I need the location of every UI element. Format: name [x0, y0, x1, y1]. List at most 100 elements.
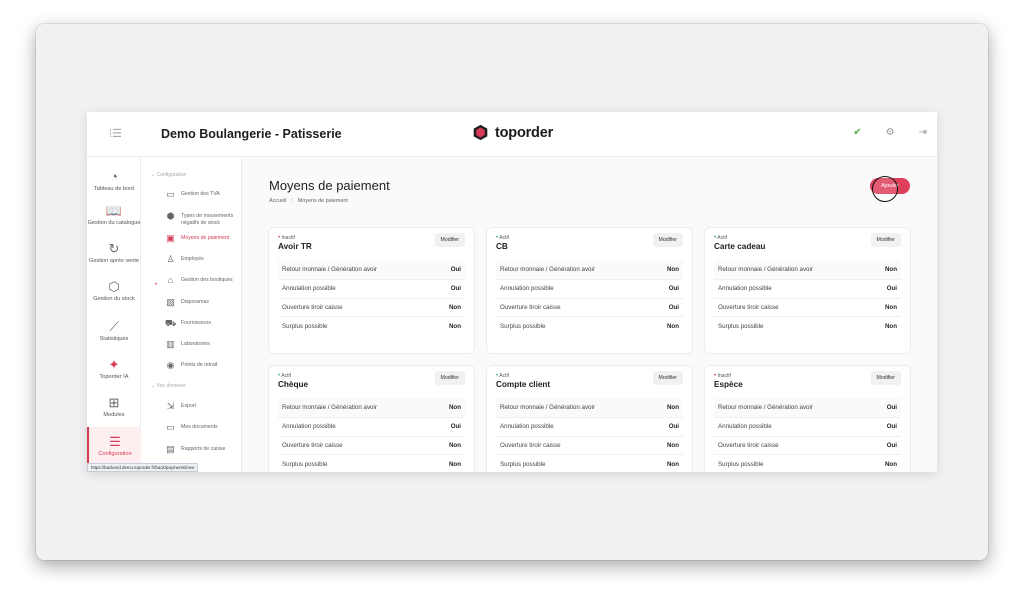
mouse-cursor-highlight [872, 176, 898, 202]
row-value: Non [884, 460, 897, 468]
top-bar: ⁞☰ Demo Boulangerie - Patisserie toporde… [87, 112, 937, 157]
subnav-item-label: Export [181, 403, 196, 409]
sidebar-item-label: Gestion après vente [88, 258, 140, 264]
page-title: Moyens de paiement [269, 178, 390, 193]
subnav-item-pickup-points[interactable]: ◉ Points de retrait [165, 360, 239, 371]
subnav-item-suppliers[interactable]: ⛟ Fournisseurs [165, 318, 239, 329]
sidebar-item-statistics[interactable]: ⟋ Statistiques [87, 319, 141, 343]
row-value: Oui [886, 403, 897, 411]
row-label: Annulation possible [718, 423, 772, 431]
row-value: Non [884, 303, 897, 311]
subnav-item-label: Moyens de paiement [181, 235, 230, 241]
tva-icon: ▭ [166, 189, 175, 199]
sidebar-item-configuration[interactable]: ☰ Configuration [87, 427, 141, 464]
breadcrumb-separator: | [291, 198, 293, 204]
row-drawer-open: Ouverture tiroir caisse Non [278, 435, 465, 455]
subnav-item-employees[interactable]: ♙ Employés [165, 254, 239, 265]
sidebar-item-label: Gestion du stock [93, 296, 135, 302]
modify-button[interactable]: Modifier [652, 233, 683, 247]
section-data-label: ⌄ Vos données [151, 383, 186, 389]
subnav-item-label: Employés [181, 256, 204, 262]
row-label: Ouverture tiroir caisse [500, 441, 561, 449]
row-change-return: Retour monnaie / Génération avoir Oui [278, 260, 465, 279]
subnav-item-laboratories[interactable]: ▥ Laboratoires [165, 339, 239, 350]
status-badge: • Actif [714, 235, 727, 241]
breadcrumb: Accueil | Moyens de paiement [269, 198, 348, 204]
status-dot-icon: • [496, 373, 499, 379]
status-badge: • Actif [496, 373, 509, 379]
status-badge: • Inactif [714, 373, 731, 379]
payment-card-gift-card: • Actif Carte cadeau Modifier Retour mon… [705, 228, 910, 353]
row-surplus: Surplus possible Non [278, 454, 465, 472]
subnav-item-tva[interactable]: ▭ Gestion des TVA [165, 189, 239, 200]
row-change-return: Retour monnaie / Génération avoir Non [278, 398, 465, 417]
subnav-item-label: Laboratoires [181, 341, 210, 347]
pin-icon: ◉ [166, 360, 175, 370]
modify-button[interactable]: Modifier [652, 371, 683, 385]
row-label: Annulation possible [500, 285, 554, 293]
row-value: Non [884, 322, 897, 330]
sidebar-item-after-sales[interactable]: ↻ Gestion après vente [87, 241, 141, 265]
sidebar-item-ai[interactable]: ✦ Toporder IA [87, 357, 141, 381]
card-title: Avoir TR [278, 242, 312, 251]
folder-icon: ▭ [166, 422, 175, 432]
row-label: Retour monnaie / Génération avoir [282, 265, 377, 273]
status-text: Actif [717, 235, 727, 241]
status-dot-icon: • [496, 235, 499, 241]
breadcrumb-home[interactable]: Accueil [269, 198, 286, 204]
payment-card-cheque: • Actif Chèque Modifier Retour monnaie /… [269, 366, 474, 472]
modify-button[interactable]: Modifier [870, 371, 901, 385]
logout-icon[interactable]: ⇥ [919, 127, 927, 139]
check-circle-icon[interactable]: ✔ [853, 127, 861, 139]
modify-button[interactable]: Modifier [434, 233, 465, 247]
row-surplus: Surplus possible Non [714, 316, 901, 335]
row-value: Oui [886, 441, 897, 449]
row-label: Annulation possible [718, 285, 772, 293]
row-label: Surplus possible [718, 460, 764, 468]
payment-card-avoir-tr: • Inactif Avoir TR Modifier Retour monna… [269, 228, 474, 353]
row-label: Surplus possible [282, 322, 328, 330]
grid-menu-icon[interactable]: ⁞☰ [109, 127, 122, 141]
status-dot-icon: • [714, 235, 717, 241]
subnav-item-stock-movements[interactable]: ⬢ Types de mouvements négatifs de stock [165, 211, 239, 227]
row-value: Oui [886, 423, 897, 431]
subnav-item-payment-methods[interactable]: ▣ Moyens de paiement [165, 233, 239, 244]
row-value: Non [448, 460, 461, 468]
row-surplus: Surplus possible Non [278, 316, 465, 335]
status-text: Actif [499, 373, 509, 379]
brand-name: toporder [495, 124, 554, 141]
sidebar-item-label: Gestion du catalogue [87, 220, 141, 226]
sidebar-item-stock[interactable]: ⬡ Gestion du stock [87, 279, 141, 303]
subnav-item-export[interactable]: ⇲ Export [165, 401, 239, 412]
cube-icon: ⬢ [166, 211, 175, 221]
modify-button[interactable]: Modifier [870, 233, 901, 247]
row-label: Ouverture tiroir caisse [500, 303, 561, 311]
sidebar-item-modules[interactable]: ⊞ Modules [87, 395, 141, 419]
row-value: Oui [886, 285, 897, 293]
subnav-item-label: Fournisseurs [181, 320, 211, 326]
after-sales-icon: ↻ [108, 241, 120, 256]
row-value: Non [448, 403, 461, 411]
row-label: Annulation possible [282, 285, 336, 293]
sidebar-item-dashboard[interactable]: ◔ Tableau de bord [87, 169, 141, 193]
row-value: Non [666, 441, 679, 449]
row-value: Non [884, 265, 897, 273]
card-title: Compte client [496, 380, 551, 389]
row-label: Surplus possible [282, 460, 328, 468]
subnav-item-cash-reports[interactable]: ▤ Rapports de caisse [165, 444, 239, 455]
subnav-item-label: Points de retrait [181, 362, 218, 368]
subnav-item-stores[interactable]: ⌂ Gestion des boutiques [165, 275, 239, 286]
modify-button[interactable]: Modifier [434, 371, 465, 385]
sidebar-item-catalog[interactable]: 📖 Gestion du catalogue [87, 203, 141, 227]
modules-icon: ⊞ [108, 395, 120, 410]
wallet-icon: ▣ [166, 233, 175, 243]
subnav-item-label: Diaporamas [181, 299, 209, 305]
row-cancel-allowed: Annulation possible Oui [496, 416, 683, 436]
store-icon: ⌂ [167, 275, 174, 285]
subnav-item-slideshows[interactable]: ▨ Diaporamas [165, 297, 239, 308]
row-drawer-open: Ouverture tiroir caisse Non [496, 435, 683, 455]
image-icon: ▨ [166, 297, 175, 307]
row-change-return: Retour monnaie / Génération avoir Non [496, 260, 683, 279]
subnav-item-documents[interactable]: ▭ Mes documents [165, 422, 239, 433]
settings-icon[interactable]: ⚙ [886, 127, 895, 139]
